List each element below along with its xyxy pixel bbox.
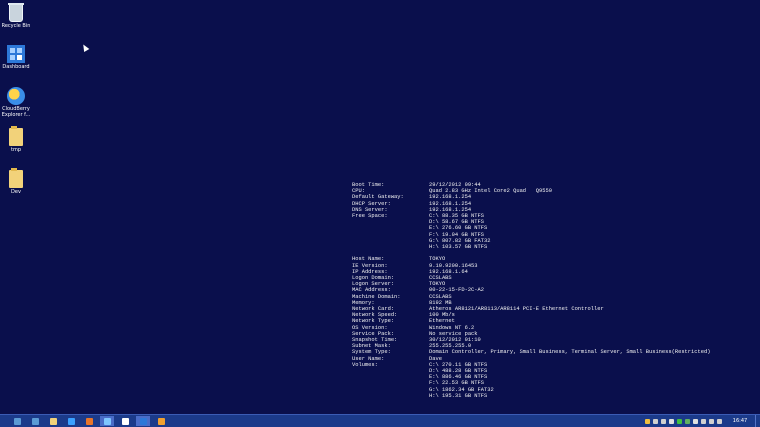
check-icon[interactable]: [677, 418, 682, 424]
sync-icon[interactable]: [645, 418, 650, 424]
taskbar-app-button[interactable]: [118, 416, 132, 426]
internet-explorer-icon: [67, 417, 75, 425]
bginfo-panel: Boot Time: 29/12/2012 09:44 CPU: Quad 2.83 …: [352, 182, 710, 399]
recycle-bin-icon: [8, 3, 24, 22]
desktop-icon-label: tmp: [10, 147, 21, 153]
taskbar-app-button[interactable]: [46, 416, 60, 426]
network-icon[interactable]: [661, 418, 666, 424]
bginfo-value: Domain Controller, Primary, Small Busine…: [429, 349, 711, 356]
recycle-bin-shortcut[interactable]: Recycle Bin: [0, 3, 32, 29]
taskbar-app-button[interactable]: [100, 416, 114, 426]
taskbar-app-button[interactable]: [136, 416, 150, 426]
bginfo-key: [352, 393, 429, 399]
taskbar: 16:47: [0, 414, 760, 427]
taskbar-app-button[interactable]: [28, 416, 42, 426]
windows-logo-icon: [13, 417, 21, 425]
shield-icon[interactable]: [669, 418, 674, 424]
desktop-icon-label: Dev: [11, 189, 21, 195]
tray-icons: [645, 418, 725, 424]
desktop-icon-label: CloudBerry Explorer f...: [1, 106, 31, 118]
dashboard-shortcut[interactable]: Dashboard: [0, 45, 32, 70]
cloudberry-shortcut[interactable]: CloudBerry Explorer f...: [0, 87, 32, 118]
cloudberry-icon: [103, 417, 111, 425]
clock[interactable]: 16:47: [725, 418, 755, 424]
taskbar-app-button[interactable]: [82, 416, 96, 426]
dashboard-icon: [7, 45, 25, 63]
bginfo-value: H:\ 195.31 GB NTFS: [429, 392, 488, 399]
mouse-cursor-icon: [80, 42, 90, 53]
show-desktop-button[interactable]: [755, 415, 760, 427]
tmp-folder-shortcut[interactable]: tmp: [0, 126, 32, 153]
update-icon[interactable]: [685, 418, 690, 424]
app-icon: [121, 417, 129, 425]
bginfo-row: H:\ 195.31 GB NTFS: [352, 393, 710, 399]
start-button[interactable]: [10, 416, 24, 426]
folder-icon: [9, 126, 23, 146]
server-manager-icon: [31, 417, 39, 425]
volume-icon[interactable]: [653, 418, 658, 424]
chat-icon[interactable]: [717, 418, 722, 424]
bginfo-value: H:\ 103.57 GB NTFS: [429, 244, 488, 251]
dashboard-icon: [139, 417, 147, 425]
desktop-icon-label: Recycle Bin: [1, 23, 31, 29]
folder-icon: [9, 168, 23, 188]
monitor-icon[interactable]: [701, 418, 706, 424]
cloudberry-icon: [7, 87, 25, 105]
file-explorer-icon: [49, 417, 57, 425]
taskbar-apps: [28, 416, 172, 426]
desktop-icon-label: Dashboard: [2, 64, 30, 70]
flag-icon[interactable]: [693, 418, 698, 424]
keyboard-icon[interactable]: [709, 418, 714, 424]
bginfo-value: Atheros AR8121/AR8113/AR8114 PCI-E Ether…: [429, 306, 604, 313]
desktop: Recycle Bin Dashboard CloudBerry Explore…: [0, 0, 760, 414]
taskbar-app-button[interactable]: [64, 416, 78, 426]
installer-icon: [157, 417, 165, 425]
system-tray: 16:47: [645, 415, 760, 427]
dev-folder-shortcut[interactable]: Dev: [0, 168, 32, 195]
firefox-icon: [85, 417, 93, 425]
taskbar-app-button[interactable]: [154, 416, 168, 426]
